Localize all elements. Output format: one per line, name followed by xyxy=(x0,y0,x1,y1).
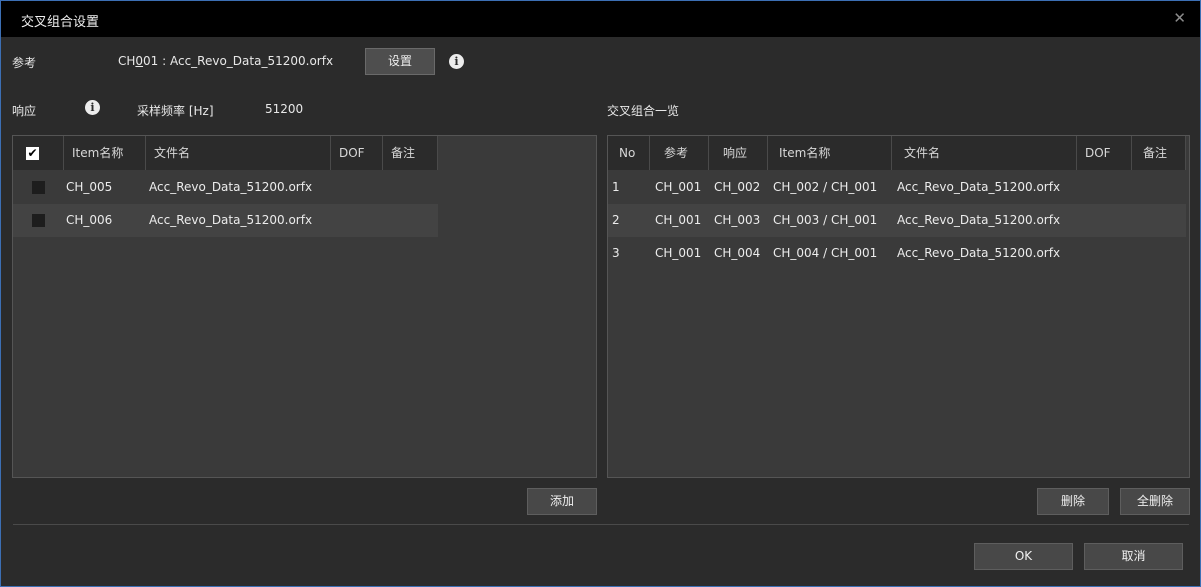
file-name-cell: Acc_Revo_Data_51200.orfx xyxy=(149,213,313,227)
table-row[interactable]: 1 CH_001 CH_002 CH_002 / CH_001 Acc_Revo… xyxy=(608,171,1186,204)
table-row[interactable]: 2 CH_001 CH_003 CH_003 / CH_001 Acc_Revo… xyxy=(608,204,1186,237)
row-checkbox[interactable] xyxy=(32,214,45,227)
header-response[interactable]: 响应 xyxy=(709,136,768,170)
header-dof[interactable]: DOF xyxy=(331,136,383,170)
header-notes[interactable]: 备注 xyxy=(1132,136,1186,170)
file-name-cell: Acc_Revo_Data_51200.orfx xyxy=(897,246,1061,260)
header-dof[interactable]: DOF xyxy=(1077,136,1132,170)
response-cell: CH_004 xyxy=(714,246,761,260)
header-file-name[interactable]: 文件名 xyxy=(892,136,1077,170)
reference-file: CH001 : Acc_Revo_Data_51200.orfx xyxy=(118,54,334,68)
ok-button[interactable]: OK xyxy=(974,543,1073,570)
reference-cell: CH_001 xyxy=(655,180,702,194)
sampling-rate-value: 51200 xyxy=(265,102,304,116)
item-name-cell: CH_005 xyxy=(66,180,113,194)
item-name-cell: CH_002 / CH_001 xyxy=(773,180,878,194)
table-row[interactable]: CH_006 Acc_Revo_Data_51200.orfx xyxy=(13,204,438,237)
file-name-cell: Acc_Revo_Data_51200.orfx xyxy=(897,213,1061,227)
item-name-cell: CH_006 xyxy=(66,213,113,227)
header-checkbox-cell: ✔ xyxy=(13,136,64,170)
file-name-cell: Acc_Revo_Data_51200.orfx xyxy=(149,180,313,194)
select-all-checkbox[interactable]: ✔ xyxy=(26,147,39,160)
info-icon[interactable]: i xyxy=(449,54,464,69)
delete-button[interactable]: 删除 xyxy=(1037,488,1109,515)
no-cell: 3 xyxy=(612,246,620,260)
delete-all-button[interactable]: 全删除 xyxy=(1120,488,1190,515)
cross-list-title: 交叉组合一览 xyxy=(607,104,680,118)
item-name-cell: CH_003 / CH_001 xyxy=(773,213,878,227)
title-bar: 交叉组合设置 ✕ xyxy=(1,1,1200,37)
table-row[interactable]: CH_005 Acc_Revo_Data_51200.orfx xyxy=(13,171,438,204)
reference-label: 参考 xyxy=(12,56,37,70)
add-button[interactable]: 添加 xyxy=(527,488,597,515)
item-name-cell: CH_004 / CH_001 xyxy=(773,246,878,260)
file-name-cell: Acc_Revo_Data_51200.orfx xyxy=(897,180,1061,194)
cross-list-table[interactable]: No 参考 响应 Item名称 文件名 DOF 备注 1 CH_001 CH_0… xyxy=(607,135,1190,478)
header-reference[interactable]: 参考 xyxy=(650,136,709,170)
reference-cell: CH_001 xyxy=(655,213,702,227)
info-icon[interactable]: i xyxy=(85,100,100,115)
response-table[interactable]: ✔ Item名称 文件名 DOF 备注 CH_005 Acc_Revo_Data… xyxy=(12,135,597,478)
response-cell: CH_003 xyxy=(714,213,761,227)
table-header: ✔ Item名称 文件名 DOF 备注 xyxy=(13,136,438,170)
table-header: No 参考 响应 Item名称 文件名 DOF 备注 xyxy=(608,136,1186,170)
divider xyxy=(13,524,1189,525)
table-row[interactable]: 3 CH_001 CH_004 CH_004 / CH_001 Acc_Revo… xyxy=(608,237,1186,270)
header-notes[interactable]: 备注 xyxy=(383,136,438,170)
header-item-name[interactable]: Item名称 xyxy=(768,136,892,170)
header-file-name[interactable]: 文件名 xyxy=(146,136,331,170)
close-icon[interactable]: ✕ xyxy=(1173,9,1186,27)
cancel-button[interactable]: 取消 xyxy=(1084,543,1183,570)
window-title: 交叉组合设置 xyxy=(21,15,100,30)
cross-combination-dialog: 交叉组合设置 ✕ 参考 CH001 : Acc_Revo_Data_51200.… xyxy=(0,0,1201,587)
response-cell: CH_002 xyxy=(714,180,761,194)
sampling-rate-label: 采样频率 [Hz] xyxy=(137,104,214,118)
no-cell: 2 xyxy=(612,213,620,227)
row-checkbox[interactable] xyxy=(32,181,45,194)
set-button[interactable]: 设置 xyxy=(365,48,435,75)
reference-cell: CH_001 xyxy=(655,246,702,260)
no-cell: 1 xyxy=(612,180,620,194)
header-item-name[interactable]: Item名称 xyxy=(64,136,146,170)
response-label: 响应 xyxy=(12,104,37,118)
header-no[interactable]: No xyxy=(608,136,650,170)
